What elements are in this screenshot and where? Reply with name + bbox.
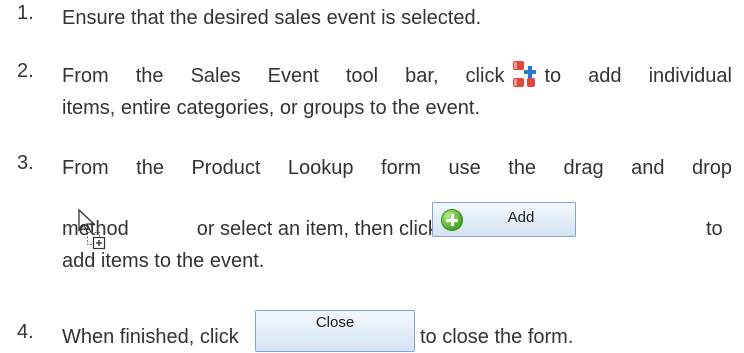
step-text-line: method or select an item, then click [62,213,732,245]
step-text: method [62,218,129,240]
step-number: 2. [17,60,34,82]
step-text: From the Sales Event tool bar, click [62,65,505,87]
step-text: items, entire categories, or groups to t… [62,97,480,119]
step-number: 4. [17,321,34,343]
step-number: 3. [17,152,34,174]
add-items-tool-icon[interactable] [512,58,537,88]
step-text: to [706,218,723,240]
step-text: From the Product Lookup form use the dra… [62,157,732,179]
step-text: to add individual [544,65,732,87]
step-number: 1. [17,2,34,24]
add-button[interactable]: Add [432,202,576,237]
plus-circle-icon [441,209,463,231]
step-text: or select an item, then click [196,218,438,240]
step-text: Ensure that the desired sales event is s… [62,7,482,29]
close-button-label: Close [315,314,355,331]
add-button-label: Add [507,209,535,226]
step-text-line: From the Sales Event tool bar, click to … [62,60,732,92]
step-text: to close the form. [420,326,574,348]
close-button[interactable]: Close [255,310,415,352]
step-text: add items to the event. [62,250,265,272]
